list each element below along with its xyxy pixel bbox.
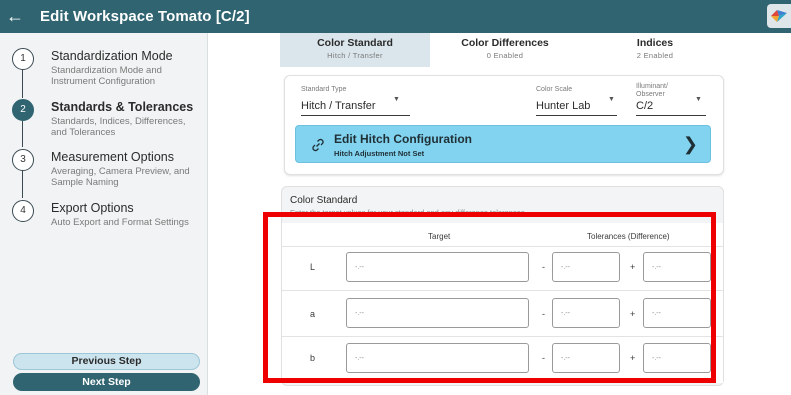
chevron-down-icon[interactable]: ▼	[608, 96, 615, 103]
link-icon	[312, 138, 324, 152]
standard-type-select[interactable]: Hitch / Transfer	[301, 100, 376, 112]
color-standard-subtitle: Enter the target values for your standar…	[290, 208, 527, 217]
row-label: L	[310, 262, 316, 272]
plus-label: +	[630, 262, 636, 272]
step-number: 2	[12, 99, 34, 121]
next-step-button[interactable]: Next Step	[13, 373, 200, 391]
app-window: ← Edit Workspace Tomato [C/2] 1 Standard…	[0, 0, 791, 395]
grid-divider	[282, 336, 723, 337]
color-scale-select[interactable]: Hunter Lab	[536, 100, 590, 112]
plus-tolerance-input[interactable]: -.--	[643, 252, 711, 282]
target-input[interactable]: -.--	[346, 252, 529, 282]
minus-tolerance-input[interactable]: -.--	[552, 343, 620, 373]
row-label: a	[310, 309, 316, 319]
hitch-title: Edit Hitch Configuration	[334, 132, 472, 146]
window-title: Edit Workspace Tomato [C/2]	[40, 8, 250, 25]
edit-hitch-configuration-button[interactable]: Edit Hitch Configuration Hitch Adjustmen…	[295, 125, 711, 163]
step-description: Averaging, Camera Preview, and Sample Na…	[51, 166, 190, 188]
step-sidebar: 1 Standardization Mode Standardization M…	[0, 33, 208, 395]
minus-label: -	[542, 353, 545, 363]
target-input[interactable]: -.--	[346, 343, 529, 373]
step-description: Standards, Indices, Differences, and Tol…	[51, 116, 186, 138]
tab-indices[interactable]: Indices 2 Enabled	[580, 33, 730, 67]
step-title: Measurement Options	[51, 150, 174, 164]
tab-label: Color Standard	[317, 37, 393, 49]
target-header: Target	[428, 232, 451, 241]
step-export-options[interactable]: 4 Export Options Auto Export and Format …	[0, 198, 208, 248]
step-title: Export Options	[51, 201, 134, 215]
step-title: Standards & Tolerances	[51, 100, 194, 114]
illuminant-observer-select[interactable]: C/2	[636, 100, 653, 112]
tab-sublabel: 2 Enabled	[636, 51, 674, 60]
step-number: 3	[12, 149, 34, 171]
step-description: Auto Export and Format Settings	[51, 217, 189, 228]
previous-step-button[interactable]: Previous Step	[13, 353, 200, 370]
grid-divider	[282, 246, 723, 247]
grid-divider	[282, 290, 723, 291]
chevron-right-icon: ❯	[682, 134, 698, 154]
illuminant-observer-label: Illuminant/ Observer	[636, 83, 668, 98]
app-logo-icon	[767, 4, 791, 28]
field-underline	[301, 115, 410, 116]
step-number: 1	[12, 48, 34, 70]
target-input[interactable]: -.--	[346, 298, 529, 328]
step-number: 4	[12, 200, 34, 222]
minus-label: -	[542, 262, 545, 272]
plus-tolerance-input[interactable]: -.--	[643, 298, 711, 328]
step-standardization-mode[interactable]: 1 Standardization Mode Standardization M…	[0, 46, 208, 96]
field-underline	[636, 115, 706, 116]
step-measurement-options[interactable]: 3 Measurement Options Averaging, Camera …	[0, 147, 208, 197]
tolerances-header: Tolerances (Difference)	[587, 232, 670, 241]
minus-tolerance-input[interactable]: -.--	[552, 252, 620, 282]
hitch-subtitle: Hitch Adjustment Not Set	[334, 149, 425, 158]
tab-sublabel: Hitch / Transfer	[327, 51, 383, 60]
standard-settings-card: Standard Type Hitch / Transfer ▼ Color S…	[284, 75, 724, 175]
title-bar: ← Edit Workspace Tomato [C/2]	[0, 0, 791, 33]
plus-tolerance-input[interactable]: -.--	[643, 343, 711, 373]
chevron-down-icon[interactable]: ▼	[393, 96, 400, 103]
minus-tolerance-input[interactable]: -.--	[552, 298, 620, 328]
tab-color-differences[interactable]: Color Differences 0 Enabled	[430, 33, 580, 67]
color-standard-card: Color Standard Enter the target values f…	[281, 186, 724, 386]
plus-label: +	[630, 353, 636, 363]
step-description: Standardization Mode and Instrument Conf…	[51, 65, 162, 87]
minus-label: -	[542, 309, 545, 319]
tab-bar: Color Standard Hitch / Transfer Color Di…	[280, 33, 730, 67]
tab-color-standard[interactable]: Color Standard Hitch / Transfer	[280, 33, 430, 67]
values-grid: Target Tolerances (Difference) L -.-- - …	[282, 223, 723, 383]
field-underline	[536, 115, 617, 116]
standard-type-label: Standard Type	[301, 86, 347, 93]
plus-label: +	[630, 309, 636, 319]
tab-label: Color Differences	[461, 37, 549, 49]
tab-label: Indices	[636, 37, 674, 49]
color-standard-title: Color Standard	[290, 195, 358, 206]
tab-sublabel: 0 Enabled	[486, 51, 524, 60]
arrow-left-icon[interactable]: ←	[0, 0, 30, 33]
chevron-down-icon[interactable]: ▼	[695, 96, 702, 103]
color-scale-label: Color Scale	[536, 86, 573, 93]
step-title: Standardization Mode	[51, 49, 173, 63]
row-label: b	[310, 353, 316, 363]
step-standards-tolerances[interactable]: 2 Standards & Tolerances Standards, Indi…	[0, 97, 208, 147]
